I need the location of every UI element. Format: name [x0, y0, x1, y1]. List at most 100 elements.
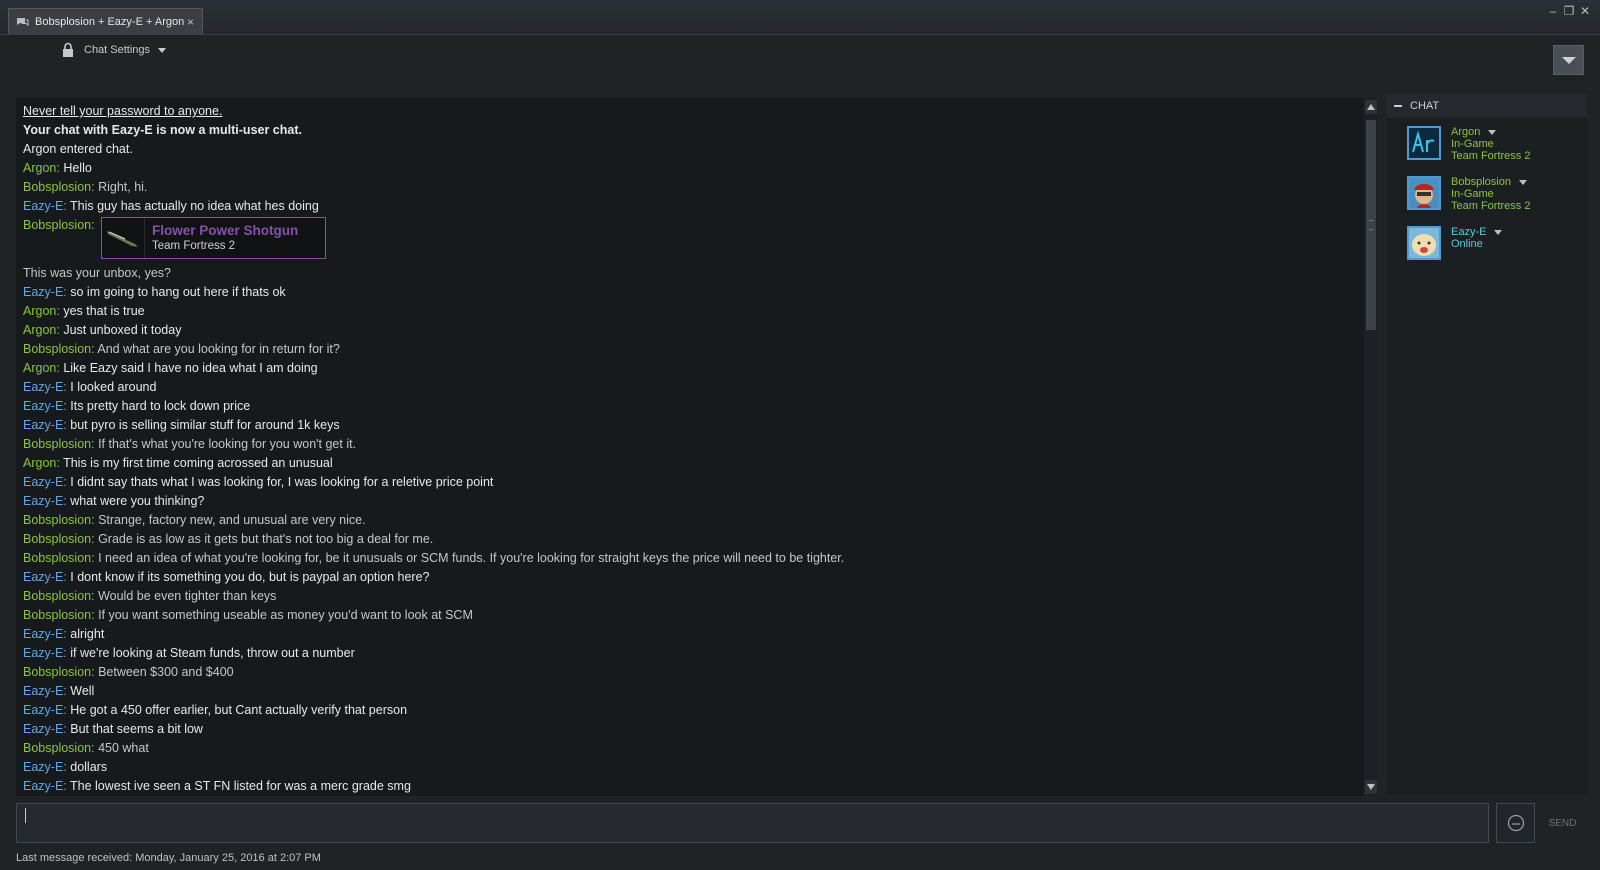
chat-message: Bobsplosion: And what are you looking fo… [23, 340, 1378, 359]
member-argon[interactable]: Argon In-Game Team Fortress 2 [1407, 126, 1530, 162]
message-sender[interactable]: Bobsplosion: [23, 608, 98, 622]
chat-message: Bobsplosion: I need an idea of what you'… [23, 549, 1378, 568]
message-text: He got a 450 offer earlier, but Cant act… [70, 703, 408, 717]
send-button[interactable]: SEND [1541, 803, 1584, 843]
chat-members-header[interactable]: CHAT [1387, 94, 1587, 118]
multi-user-notice: Your chat with Eazy-E is now a multi-use… [23, 123, 302, 137]
item-name: Flower Power Shotgun [152, 222, 299, 238]
message-sender[interactable]: Eazy-E: [23, 494, 70, 508]
message-sender[interactable]: Bobsplosion: [23, 437, 98, 451]
message-text: alright [70, 627, 105, 641]
chat-message: This was your unbox, yes? [23, 264, 1378, 283]
message-sender[interactable]: Eazy-E: [23, 475, 70, 489]
message-text: Like Eazy said I have no idea what I am … [63, 361, 318, 375]
minimize-icon[interactable]: – [1545, 4, 1561, 18]
message-sender[interactable]: Bobsplosion: [23, 342, 97, 356]
message-sender[interactable]: Bobsplosion: [23, 180, 98, 194]
message-text: Grade is as low as it gets but that's no… [98, 532, 434, 546]
chat-settings-label: Chat Settings [84, 44, 151, 56]
item-card[interactable]: Flower Power Shotgun Team Fortress 2 [101, 217, 326, 259]
message-text: Well [70, 684, 95, 698]
tab-title: Bobsplosion + Eazy-E + Argon [35, 15, 185, 28]
maximize-icon[interactable]: ❐ [1561, 4, 1577, 18]
chat-message: Bobsplosion: Right, hi. [23, 178, 1378, 197]
message-sender[interactable]: Eazy-E: [23, 199, 70, 213]
scroll-thumb[interactable] [1366, 120, 1376, 330]
message-text: Right, hi. [98, 180, 148, 194]
message-sender[interactable]: Eazy-E: [23, 380, 70, 394]
message-sender[interactable]: Eazy-E: [23, 399, 70, 413]
chat-message: Argon: Hello [23, 159, 1378, 178]
message-sender[interactable]: Argon: [23, 361, 63, 375]
chat-message: Bobsplosion: If that's what you're looki… [23, 435, 1378, 454]
message-sender[interactable]: Eazy-E: [23, 627, 70, 641]
message-input[interactable] [16, 803, 1489, 843]
message-sender[interactable]: Bobsplosion: [23, 665, 98, 679]
message-text: 450 what [98, 741, 149, 755]
chat-tab[interactable]: Bobsplosion + Eazy-E + Argon × [8, 8, 203, 34]
message-text: This was your unbox, yes? [23, 266, 171, 280]
member-status: In-Game [1451, 138, 1494, 150]
chat-log-scrollbar[interactable] [1364, 98, 1378, 796]
message-sender[interactable]: Eazy-E: [23, 684, 70, 698]
chat-message: Bobsplosion: Between $300 and $400 [23, 663, 1378, 682]
member-name: Bobsplosion [1451, 176, 1511, 188]
chat-window: Bobsplosion + Eazy-E + Argon × – ❐ ✕ Cha… [0, 0, 1600, 870]
chat-message: Argon: yes that is true [23, 302, 1378, 321]
message-sender[interactable]: Bobsplosion: [23, 532, 98, 546]
message-sender[interactable]: Argon: [23, 304, 63, 318]
member-name: Eazy-E [1451, 226, 1487, 238]
message-sender[interactable]: Eazy-E: [23, 646, 70, 660]
emoticon-button[interactable] [1496, 803, 1535, 843]
chat-message: Eazy-E: dollars [23, 758, 1378, 777]
message-text: This is my first time coming acrossed an… [63, 456, 333, 470]
message-sender[interactable]: Eazy-E: [23, 760, 70, 774]
message-sender[interactable]: Argon: [23, 323, 63, 337]
message-sender[interactable]: Bobsplosion: [23, 589, 98, 603]
message-sender[interactable]: Eazy-E: [23, 722, 70, 736]
message-sender[interactable]: Bobsplosion: [23, 741, 98, 755]
item-link-row: Flower Power Shotgun Team Fortress 2 [23, 216, 1378, 264]
close-window-icon[interactable]: ✕ [1577, 4, 1593, 18]
lock-icon [63, 42, 73, 57]
chat-settings-button[interactable]: Chat Settings [62, 42, 167, 58]
scroll-down-icon[interactable] [1365, 780, 1377, 794]
close-tab-icon[interactable]: × [187, 15, 194, 29]
message-sender[interactable]: Eazy-E: [23, 703, 70, 717]
message-sender[interactable]: Eazy-E: [23, 418, 70, 432]
last-message-status: Last message received: Monday, January 2… [16, 852, 321, 864]
message-text: but pyro is selling similar stuff for ar… [70, 418, 340, 432]
message-sender[interactable]: Bobsplosion: [23, 513, 98, 527]
chat-bubble-icon [15, 17, 29, 27]
member-eazy-e[interactable]: Eazy-E Online [1407, 226, 1503, 260]
scroll-up-icon[interactable] [1365, 100, 1377, 114]
message-text: Just unboxed it today [63, 323, 182, 337]
password-notice: Never tell your password to anyone. [23, 104, 223, 118]
chevron-down-icon[interactable] [1518, 179, 1527, 185]
message-sender[interactable]: Argon: [23, 161, 63, 175]
message-sender[interactable]: Eazy-E: [23, 570, 70, 584]
window-menu-button[interactable] [1553, 45, 1584, 75]
member-game: Team Fortress 2 [1451, 200, 1531, 212]
message-text: This guy has actually no idea what hes d… [70, 199, 319, 213]
member-bobsplosion[interactable]: Bobsplosion In-Game Team Fortress 2 [1407, 176, 1530, 212]
blob-avatar-icon [1407, 226, 1441, 260]
chat-message: Eazy-E: But that seems a bit low [23, 720, 1378, 739]
collapse-icon[interactable] [1394, 105, 1402, 107]
ar-avatar-icon [1407, 126, 1441, 160]
chat-message: Eazy-E: The lowest ive seen a ST FN list… [23, 777, 1378, 796]
message-text: If you want something useable as money y… [98, 608, 473, 622]
message-text: If that's what you're looking for you wo… [98, 437, 357, 451]
chevron-down-icon[interactable] [1494, 229, 1503, 235]
chat-message: Eazy-E: He got a 450 offer earlier, but … [23, 701, 1378, 720]
chat-message: Eazy-E: so im going to hang out here if … [23, 283, 1378, 302]
chevron-down-icon[interactable] [1488, 129, 1497, 135]
message-sender[interactable]: Eazy-E: [23, 779, 70, 793]
message-sender[interactable]: Eazy-E: [23, 285, 70, 299]
message-text: I dont know if its something you do, but… [70, 570, 430, 584]
message-text: if we're looking at Steam funds, throw o… [70, 646, 355, 660]
title-bar: Bobsplosion + Eazy-E + Argon × – ❐ ✕ [0, 0, 1600, 35]
message-sender[interactable]: Bobsplosion: [23, 551, 98, 565]
chat-message: Eazy-E: but pyro is selling similar stuf… [23, 416, 1378, 435]
message-sender[interactable]: Argon: [23, 456, 63, 470]
